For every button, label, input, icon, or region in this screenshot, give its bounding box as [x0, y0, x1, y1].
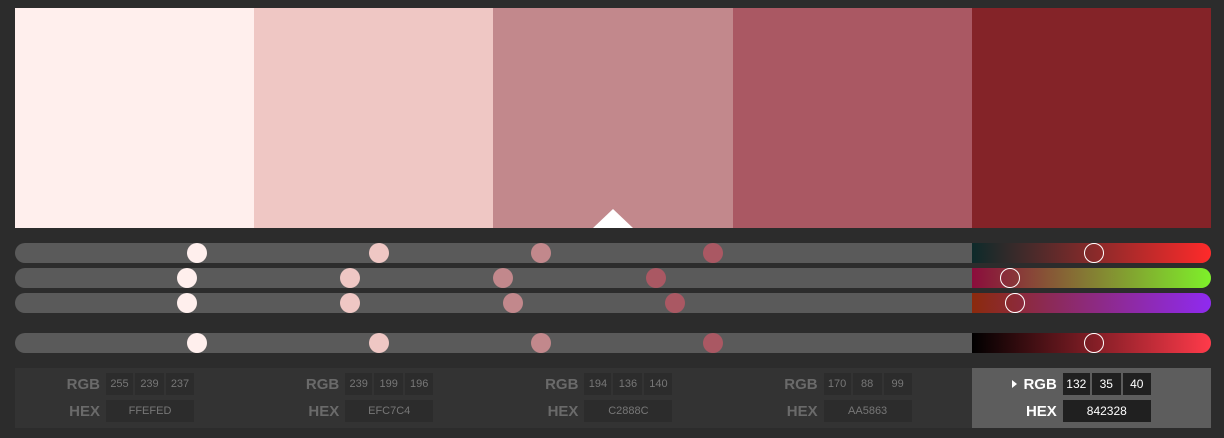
- selection-caret-icon: [593, 209, 633, 228]
- color-info-2[interactable]: RGB 239 199 196 HEX EFC7C4: [254, 368, 493, 428]
- rgb-label: RGB: [1023, 376, 1057, 393]
- red-value-field[interactable]: 255: [106, 373, 133, 395]
- brightness-knob-4[interactable]: [703, 333, 724, 353]
- red-value-field[interactable]: 170: [823, 373, 851, 395]
- rgb-label: RGB: [66, 376, 100, 393]
- blue-knob-4[interactable]: [665, 293, 686, 313]
- red-knob-5[interactable]: [1083, 243, 1104, 263]
- blue-knob-3[interactable]: [502, 293, 523, 313]
- color-value-bar: RGB 255 239 237 HEX FFEFED RGB 239 199 1…: [15, 368, 1212, 428]
- swatch-1[interactable]: [15, 8, 255, 228]
- hex-label: HEX: [1025, 403, 1057, 420]
- red-knob-3[interactable]: [531, 243, 552, 263]
- blue-channel-slider[interactable]: [15, 293, 1211, 313]
- palette-editor: RGB 255 239 237 HEX FFEFED RGB 239 199 1…: [0, 0, 1224, 438]
- swatch-5[interactable]: [971, 8, 1212, 228]
- red-knob-1[interactable]: [186, 243, 207, 263]
- color-info-5[interactable]: RGB 132 35 40 HEX 842328: [971, 368, 1212, 428]
- swatch-2[interactable]: [254, 8, 494, 228]
- brightness-knob-2[interactable]: [368, 333, 389, 353]
- green-knob-2[interactable]: [339, 268, 360, 288]
- blue-value-field[interactable]: 140: [644, 373, 673, 395]
- hex-value-field[interactable]: FFEFED: [106, 400, 194, 422]
- hex-value-field[interactable]: C2888C: [584, 400, 673, 422]
- hex-label: HEX: [547, 403, 579, 420]
- hex-value-field[interactable]: 842328: [1062, 400, 1151, 422]
- hex-value-field[interactable]: EFC7C4: [345, 400, 434, 422]
- rgb-label: RGB: [545, 376, 579, 393]
- blue-knob-5[interactable]: [1004, 293, 1025, 313]
- brightness-knob-1[interactable]: [186, 333, 207, 353]
- swatch-3[interactable]: [493, 8, 733, 228]
- blue-value-field[interactable]: 237: [166, 373, 194, 395]
- green-value-field[interactable]: 88: [852, 373, 882, 395]
- brightness-knob-3[interactable]: [531, 333, 552, 353]
- red-knob-4[interactable]: [703, 243, 724, 263]
- hex-label: HEX: [786, 403, 818, 420]
- blue-value-field[interactable]: 40: [1122, 373, 1151, 395]
- green-value-field[interactable]: 239: [135, 373, 164, 395]
- blue-knob-1[interactable]: [177, 293, 198, 313]
- swatch-4[interactable]: [732, 8, 972, 228]
- green-knob-3[interactable]: [492, 268, 513, 288]
- red-value-field[interactable]: 194: [584, 373, 612, 395]
- blue-value-field[interactable]: 99: [883, 373, 912, 395]
- red-value-field[interactable]: 239: [345, 373, 373, 395]
- color-info-3[interactable]: RGB 194 136 140 HEX C2888C: [493, 368, 732, 428]
- green-value-field[interactable]: 199: [374, 373, 404, 395]
- brightness-slider[interactable]: [15, 333, 1211, 353]
- hex-value-field[interactable]: AA5863: [823, 400, 912, 422]
- rgb-label: RGB: [784, 376, 818, 393]
- red-channel-slider[interactable]: [15, 243, 1211, 263]
- rgb-label: RGB: [305, 376, 340, 393]
- swatch-strip: [15, 8, 1212, 228]
- green-knob-1[interactable]: [177, 268, 198, 288]
- color-info-4[interactable]: RGB 170 88 99 HEX AA5863: [733, 368, 972, 428]
- green-channel-slider[interactable]: [15, 268, 1211, 288]
- red-value-field[interactable]: 132: [1062, 373, 1090, 395]
- hex-label: HEX: [308, 403, 340, 420]
- blue-knob-2[interactable]: [339, 293, 360, 313]
- green-knob-5[interactable]: [1000, 268, 1021, 288]
- blue-value-field[interactable]: 196: [405, 373, 434, 395]
- brightness-knob-5[interactable]: [1083, 333, 1104, 353]
- green-value-field[interactable]: 136: [613, 373, 643, 395]
- red-knob-2[interactable]: [368, 243, 389, 263]
- hex-label: HEX: [69, 403, 100, 420]
- green-knob-4[interactable]: [646, 268, 667, 288]
- green-value-field[interactable]: 35: [1091, 373, 1121, 395]
- color-info-1[interactable]: RGB 255 239 237 HEX FFEFED: [15, 368, 254, 428]
